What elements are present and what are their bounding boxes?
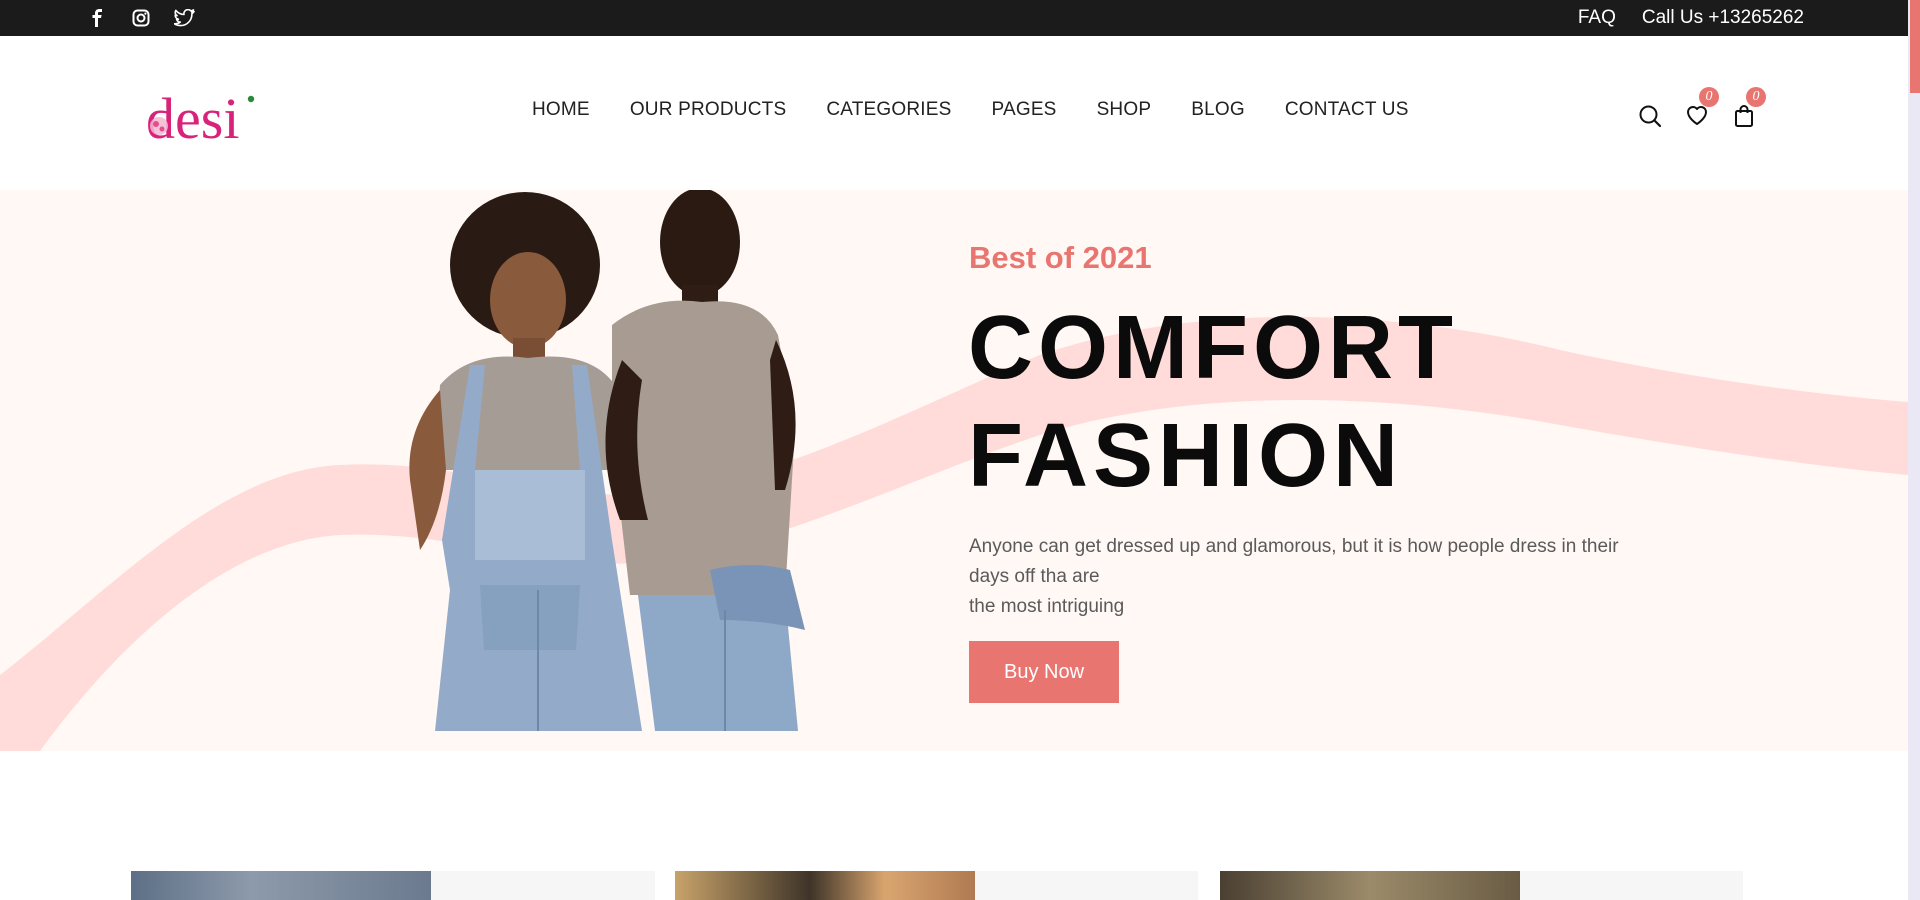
- hero-description: Anyone can get dressed up and glamorous,…: [969, 532, 1639, 622]
- nav-shop[interactable]: SHOP: [1097, 99, 1152, 121]
- twitter-icon[interactable]: [174, 0, 195, 36]
- hero-banner: Best of 2021 COMFORT FASHION Anyone can …: [0, 190, 1908, 751]
- category-card[interactable]: [1220, 871, 1743, 900]
- scrollbar[interactable]: [1908, 0, 1920, 900]
- category-card-image: [131, 871, 431, 900]
- hero-title-line-1: COMFORT: [968, 298, 1458, 398]
- hero-description-line-1: Anyone can get dressed up and glamorous,…: [969, 536, 1619, 587]
- nav-contact-us[interactable]: CONTACT US: [1285, 99, 1409, 121]
- search-icon[interactable]: [1638, 104, 1662, 133]
- cart-count-badge: 0: [1746, 87, 1766, 107]
- hero-title-line-2: FASHION: [968, 406, 1404, 506]
- category-card[interactable]: [131, 871, 655, 900]
- cart-button[interactable]: [1733, 104, 1755, 133]
- wishlist-button[interactable]: [1685, 104, 1709, 131]
- hero-subtitle: Best of 2021: [969, 240, 1152, 275]
- facebook-icon[interactable]: [91, 0, 103, 36]
- heart-icon: [1687, 106, 1707, 125]
- call-us-text[interactable]: Call Us +13265262: [1642, 7, 1804, 29]
- instagram-icon[interactable]: [132, 0, 150, 36]
- logo[interactable]: desi: [146, 86, 258, 159]
- wishlist-count-badge: 0: [1699, 87, 1719, 107]
- main-nav: HOME OUR PRODUCTS CATEGORIES PAGES SHOP …: [532, 99, 1409, 121]
- category-card[interactable]: [675, 871, 1198, 900]
- hero-wave-decoration: [0, 316, 1908, 751]
- category-card-image: [1220, 871, 1520, 900]
- hero-title: COMFORT FASHION: [968, 294, 1458, 510]
- nav-pages[interactable]: PAGES: [992, 99, 1057, 121]
- shopping-bag-icon: [1735, 105, 1753, 127]
- top-bar: FAQ Call Us +13265262: [0, 0, 1908, 36]
- faq-link[interactable]: FAQ: [1578, 7, 1616, 29]
- site-header: desi HOME OUR PRODUCTS CATEGORIES PAGES …: [0, 36, 1908, 190]
- nav-categories[interactable]: CATEGORIES: [826, 99, 951, 121]
- buy-now-button[interactable]: Buy Now: [969, 641, 1119, 703]
- category-card-image: [675, 871, 975, 900]
- nav-home[interactable]: HOME: [532, 99, 590, 121]
- hero-models-image: [409, 190, 805, 731]
- hero-description-line-2: the most intriguing: [969, 596, 1125, 617]
- nav-our-products[interactable]: OUR PRODUCTS: [630, 99, 787, 121]
- nav-blog[interactable]: BLOG: [1191, 99, 1245, 121]
- scrollbar-thumb[interactable]: [1910, 0, 1920, 93]
